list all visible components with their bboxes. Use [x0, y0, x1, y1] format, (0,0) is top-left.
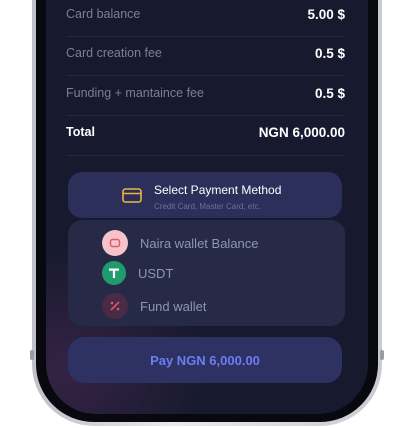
option-label: Naira wallet Balance — [140, 235, 259, 251]
card-balance-value: 5.00 $ — [307, 6, 345, 22]
total-label: Total — [66, 125, 95, 139]
payment-method-subtitle: Credit Card, Master Card, etc. — [154, 202, 261, 211]
card-balance-label: Card balance — [66, 7, 141, 21]
select-payment-method-button[interactable]: Select Payment Method Credit Card, Maste… — [68, 172, 342, 218]
total-value: NGN 6,000.00 — [258, 124, 345, 140]
card-icon — [122, 188, 142, 203]
app-screen: Card balance 5.00 $ Card creation fee 0.… — [46, 0, 368, 414]
card-creation-fee-value: 0.5 $ — [314, 45, 345, 61]
option-fund-wallet[interactable]: Fund wallet — [102, 293, 206, 319]
phone-side-button-left — [30, 350, 34, 360]
tether-icon — [102, 261, 126, 285]
option-label: Fund wallet — [140, 298, 207, 314]
total-row: Total NGN 6,000.00 — [66, 113, 345, 151]
pay-button[interactable]: Pay NGN 6,000.00 — [68, 337, 342, 383]
option-naira-wallet[interactable]: Naira wallet Balance — [102, 230, 259, 256]
funding-fee-label: Funding + mantaince fee — [66, 86, 204, 100]
payment-method-title: Select Payment Method — [154, 183, 282, 197]
phone-side-button-right — [380, 350, 384, 360]
card-creation-fee-row: Card creation fee 0.5 $ — [66, 34, 345, 72]
wallet-icon — [102, 230, 128, 256]
funding-fee-value: 0.5 $ — [314, 85, 345, 101]
fund-icon — [102, 293, 128, 319]
card-balance-row: Card balance 5.00 $ — [66, 0, 345, 33]
payment-options-panel: Naira wallet Balance USDT Fund wallet — [68, 220, 345, 326]
option-label: USDT — [138, 265, 174, 281]
option-usdt[interactable]: USDT — [102, 261, 173, 285]
divider — [66, 155, 345, 156]
card-creation-fee-label: Card creation fee — [66, 46, 162, 60]
funding-fee-row: Funding + mantaince fee 0.5 $ — [66, 74, 345, 112]
